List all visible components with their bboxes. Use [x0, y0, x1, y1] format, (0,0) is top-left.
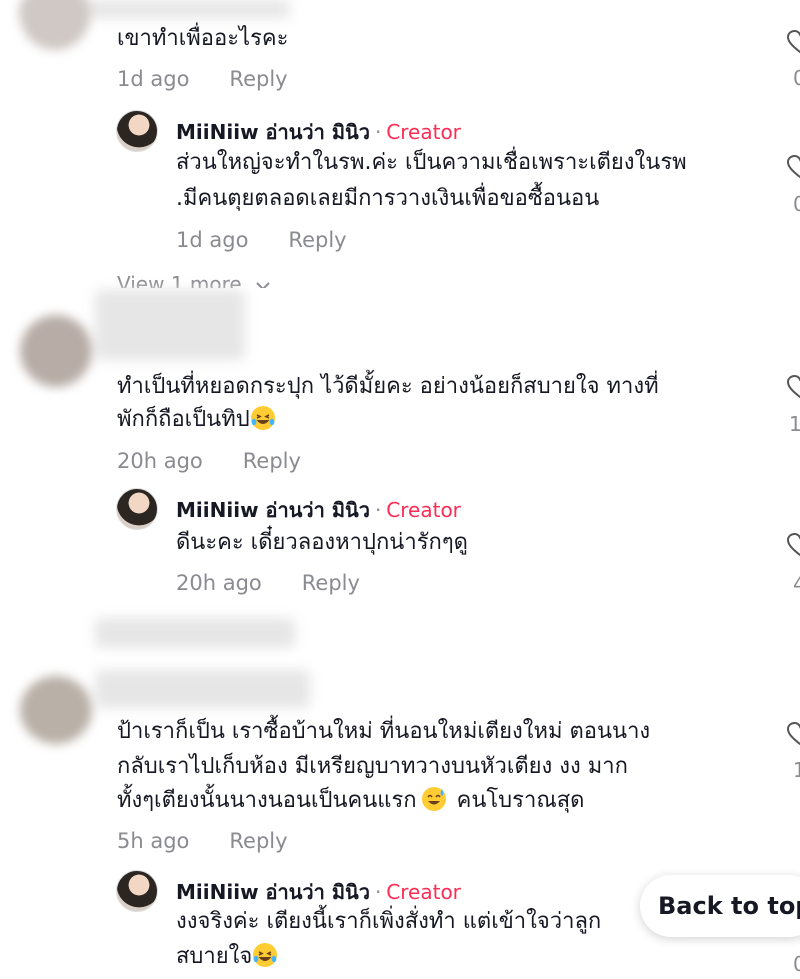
reply-author-line: MiiNiiw อ่านว่า มินิว · Creator: [176, 116, 461, 148]
blurred-username: [95, 290, 245, 360]
laughing-emoji-icon: [250, 406, 275, 430]
reply-text: ดีนะคะ เดี๋ยวลองหาปุกน่ารักๆดู: [176, 530, 468, 555]
like-heart-icon[interactable]: [787, 533, 800, 557]
reply-button[interactable]: Reply: [243, 449, 301, 473]
timestamp: 20h ago: [117, 449, 203, 473]
timestamp: 1d ago: [176, 228, 249, 252]
comment-meta: 1d ago Reply: [117, 67, 288, 91]
creator-avatar[interactable]: [116, 488, 158, 530]
comment-meta: 20h ago Reply: [117, 449, 301, 473]
comment-text-fragment: ทั้งๆเตียงนั้นนางนอนเป็นคนแรก: [117, 788, 417, 813]
comment-text-fragment: พักก็ถือเป็นทิป: [117, 407, 250, 432]
blurred-username: [95, 618, 295, 648]
reply-text-line: งงจริงค่ะ เตียงนี้เราก็เพิ่งสั่งทำ แต่เข…: [176, 909, 602, 934]
creator-name[interactable]: MiiNiiw อ่านว่า มินิว: [176, 498, 370, 522]
timestamp: 5h ago: [117, 829, 190, 853]
like-heart-icon[interactable]: [787, 30, 800, 54]
view-more-label: View 1 more: [117, 272, 242, 288]
creator-avatar[interactable]: [116, 870, 158, 912]
reply-text-line: ส่วนใหญ่จะทำในรพ.ค่ะ เป็นความเชื่อเพราะเ…: [176, 150, 687, 175]
like-heart-icon[interactable]: [787, 722, 800, 746]
back-to-top-button[interactable]: Back to top: [640, 875, 800, 937]
reply-meta: 20h ago Reply: [176, 571, 360, 595]
reply-text-line: .มีคนตุยตลอดเลยมีการวางเงินเพื่อขอซื้อนอ…: [176, 186, 600, 211]
blurred-username: [95, 670, 310, 708]
timestamp: 20h ago: [176, 571, 262, 595]
like-count: 1: [793, 758, 800, 782]
avatar[interactable]: [20, 315, 92, 387]
creator-avatar[interactable]: [116, 110, 158, 152]
creator-name[interactable]: MiiNiiw อ่านว่า มินิว: [176, 880, 370, 904]
creator-name[interactable]: MiiNiiw อ่านว่า มินิว: [176, 120, 370, 144]
comment-text: เขาทำเพื่ออะไรคะ: [117, 26, 289, 51]
reply-text-line: สบายใจ: [176, 940, 278, 974]
like-count: 0: [793, 952, 800, 976]
laughing-emoji-icon: [253, 943, 278, 967]
reply-text-fragment: สบายใจ: [176, 944, 253, 969]
reply-meta: 1d ago Reply: [176, 228, 347, 252]
reply-button[interactable]: Reply: [302, 571, 360, 595]
separator-dot: ·: [374, 120, 382, 144]
comment-text-line: กลับเราไปเก็บห้อง มีเหรียญบาทวางบนหัวเตี…: [117, 754, 628, 779]
like-count: 0: [793, 66, 800, 90]
sweat-smile-emoji-icon: [421, 787, 446, 811]
comment-text-line: ทั้งๆเตียงนั้นนางนอนเป็นคนแรก คนโบราณสุด: [117, 784, 584, 818]
creator-badge: Creator: [386, 498, 461, 522]
timestamp: 1d ago: [117, 67, 190, 91]
reply-button[interactable]: Reply: [229, 67, 287, 91]
separator-dot: ·: [374, 498, 382, 522]
comment-text-line: ทำเป็นที่หยอดกระปุก ไว้ดีมั้ยคะ อย่างน้อ…: [117, 374, 659, 399]
avatar[interactable]: [20, 676, 92, 744]
reply-author-line: MiiNiiw อ่านว่า มินิว · Creator: [176, 494, 461, 526]
view-more-replies[interactable]: View 1 more: [117, 272, 270, 288]
creator-badge: Creator: [386, 120, 461, 144]
like-heart-icon[interactable]: [787, 375, 800, 399]
avatar[interactable]: [20, 0, 90, 50]
comment-text-line: ป้าเราก็เป็น เราซื้อบ้านใหม่ ที่นอนใหม่เ…: [117, 719, 651, 744]
comment-text-fragment: คนโบราณสุด: [456, 788, 585, 813]
reply-button[interactable]: Reply: [229, 829, 287, 853]
creator-badge: Creator: [386, 880, 461, 904]
comment-text-line: พักก็ถือเป็นทิป: [117, 403, 276, 437]
reply-author-line: MiiNiiw อ่านว่า มินิว · Creator: [176, 876, 461, 908]
comment-meta: 5h ago Reply: [117, 829, 288, 853]
like-count: 4: [793, 572, 800, 596]
like-count: 0: [793, 192, 800, 216]
like-heart-icon[interactable]: [787, 155, 800, 179]
like-count: 1: [789, 412, 800, 436]
reply-button[interactable]: Reply: [288, 228, 346, 252]
chevron-down-icon: [256, 272, 270, 288]
separator-dot: ·: [374, 880, 382, 904]
